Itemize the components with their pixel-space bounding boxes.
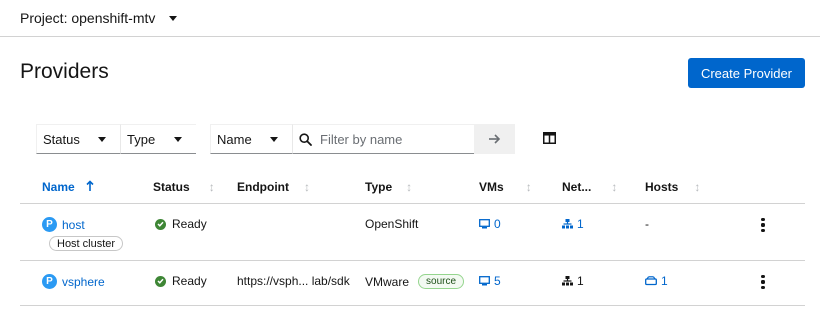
vms-cell[interactable]: 5 — [479, 274, 501, 288]
networks-cell: 1 — [562, 274, 584, 288]
arrow-right-icon — [489, 134, 501, 144]
provider-name-cell: P vsphere — [42, 274, 105, 289]
column-header-label: Type — [365, 180, 393, 194]
search-icon — [299, 132, 312, 146]
status-cell: Ready — [155, 217, 207, 231]
sort-icon: ↕ — [611, 180, 618, 194]
vms-count[interactable]: 0 — [494, 217, 501, 231]
search-submit-button[interactable] — [474, 124, 515, 154]
host-cluster-label: Host cluster — [49, 236, 124, 251]
check-circle-icon — [155, 218, 166, 230]
column-header-type[interactable]: Type ↕ — [365, 180, 412, 194]
type-filter-label: Type — [127, 131, 156, 147]
columns-icon — [542, 132, 556, 144]
row-divider — [20, 260, 805, 261]
caret-down-icon — [270, 137, 278, 142]
column-header-label: VMs — [479, 180, 504, 194]
provider-link[interactable]: host — [62, 218, 85, 232]
row-actions-kebab[interactable] — [757, 218, 769, 232]
status-text: Ready — [172, 274, 207, 288]
virtual-machine-icon — [479, 219, 490, 229]
hosts-count[interactable]: 1 — [661, 274, 668, 288]
type-filter-select[interactable]: Type — [120, 124, 196, 154]
create-provider-button[interactable]: Create Provider — [688, 58, 805, 88]
caret-down-icon — [169, 16, 178, 21]
type-text: VMware — [365, 274, 410, 289]
column-header-hosts[interactable]: Hosts ↕ — [645, 180, 700, 194]
page-title: Providers — [20, 60, 109, 83]
row-divider — [20, 305, 805, 306]
status-filter-select[interactable]: Status — [36, 124, 120, 154]
provider-badge: P — [42, 217, 57, 232]
row-actions-kebab[interactable] — [757, 275, 769, 289]
column-header-label: Endpoint — [237, 180, 289, 194]
network-icon — [562, 219, 573, 229]
networks-count[interactable]: 1 — [577, 217, 584, 231]
search-placeholder: Filter by name — [320, 131, 403, 147]
network-icon — [562, 276, 573, 286]
project-label: Project: openshift-mtv — [20, 10, 156, 26]
column-header-endpoint[interactable]: Endpoint ↕ — [237, 180, 310, 194]
check-circle-icon — [155, 275, 166, 287]
networks-count: 1 — [577, 274, 584, 288]
caret-down-icon — [174, 137, 182, 142]
vms-count[interactable]: 5 — [494, 274, 501, 288]
sort-icon: ↕ — [303, 180, 310, 194]
hosts-cell[interactable]: 1 — [645, 274, 668, 288]
column-header-networks[interactable]: Net... ↕ — [562, 180, 617, 194]
type-text: OpenShift — [365, 217, 419, 231]
endpoint-cell: https://vsph... lab/sdk — [237, 274, 350, 288]
type-cell: VMware source — [365, 274, 465, 289]
provider-badge: P — [42, 274, 57, 289]
type-cell: OpenShift — [365, 217, 418, 231]
project-selector[interactable]: Project: openshift-mtv — [0, 0, 820, 37]
column-header-status[interactable]: Status ↕ — [153, 180, 215, 194]
hosts-cell: - — [645, 217, 649, 231]
column-header-label: Name — [42, 180, 75, 194]
status-cell: Ready — [155, 274, 207, 288]
column-header-name[interactable]: Name — [42, 180, 94, 194]
source-label: source — [418, 274, 465, 289]
status-filter-label: Status — [43, 131, 80, 147]
header-divider — [20, 203, 805, 204]
host-icon — [645, 276, 657, 286]
sort-icon: ↕ — [406, 180, 413, 194]
provider-link[interactable]: vsphere — [62, 275, 105, 289]
manage-columns-button[interactable] — [537, 128, 561, 148]
provider-name-cell: P host — [42, 217, 85, 232]
status-text: Ready — [172, 217, 207, 231]
networks-cell[interactable]: 1 — [562, 217, 584, 231]
column-header-vms[interactable]: VMs ↕ — [479, 180, 532, 194]
sort-icon: ↕ — [208, 180, 215, 194]
column-header-label: Status — [153, 180, 190, 194]
sort-icon: ↕ — [525, 180, 532, 194]
sort-icon: ↕ — [694, 180, 701, 194]
caret-down-icon — [98, 137, 106, 142]
vms-cell[interactable]: 0 — [479, 217, 501, 231]
search-input[interactable]: Filter by name — [292, 124, 474, 154]
attribute-select-label: Name — [217, 131, 252, 147]
column-header-label: Net... — [562, 180, 592, 194]
column-header-label: Hosts — [645, 180, 679, 194]
attribute-select[interactable]: Name — [210, 124, 292, 154]
virtual-machine-icon — [479, 276, 490, 286]
sort-ascending-icon — [86, 180, 94, 194]
